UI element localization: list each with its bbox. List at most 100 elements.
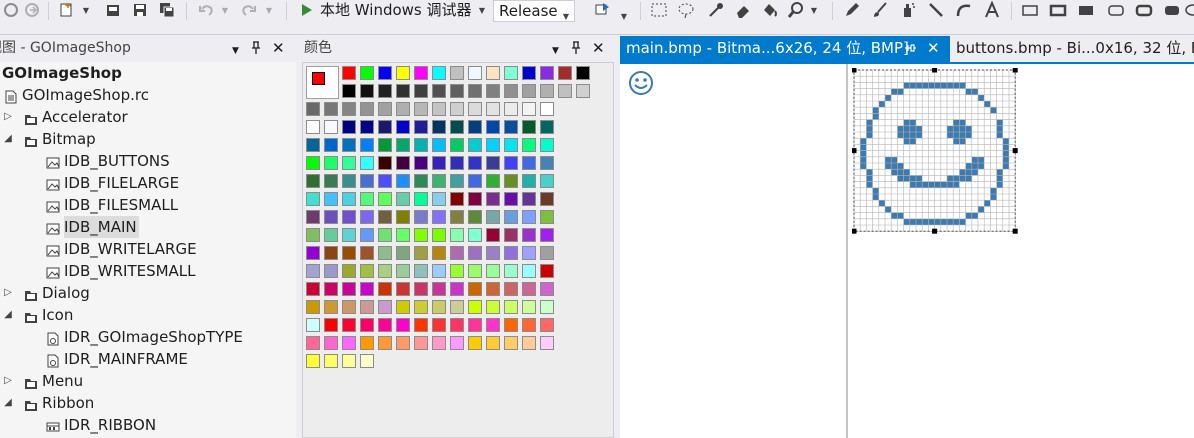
color-swatch[interactable]: [306, 192, 320, 206]
color-swatch[interactable]: [450, 84, 464, 98]
pixel[interactable]: [934, 218, 941, 225]
color-swatch[interactable]: [414, 66, 428, 80]
color-swatch[interactable]: [522, 210, 536, 224]
color-swatch[interactable]: [360, 336, 374, 350]
pin-icon[interactable]: [570, 38, 582, 62]
pixel[interactable]: [885, 206, 892, 213]
color-swatch[interactable]: [342, 102, 356, 116]
toolbar-options-icon[interactable]: ▼: [617, 6, 631, 26]
color-swatch[interactable]: [468, 318, 482, 332]
color-swatch[interactable]: [504, 192, 518, 206]
color-swatch[interactable]: [504, 120, 518, 134]
debugger-target-dropdown-icon[interactable]: ▼: [474, 0, 490, 20]
color-swatch[interactable]: [396, 174, 410, 188]
color-swatch[interactable]: [396, 336, 410, 350]
open-folder-icon[interactable]: [103, 0, 123, 20]
color-swatch[interactable]: [432, 228, 446, 242]
color-swatch[interactable]: [396, 120, 410, 134]
pixel[interactable]: [928, 181, 935, 188]
color-swatch[interactable]: [342, 210, 356, 224]
color-swatch[interactable]: [486, 66, 500, 80]
color-swatch[interactable]: [468, 192, 482, 206]
color-swatch[interactable]: [306, 210, 320, 224]
pixel[interactable]: [891, 212, 898, 219]
color-swatch[interactable]: [342, 228, 356, 242]
pixel[interactable]: [903, 82, 910, 89]
pixel[interactable]: [891, 169, 898, 176]
pixel[interactable]: [860, 144, 867, 151]
pixel[interactable]: [909, 175, 916, 182]
color-swatch[interactable]: [468, 246, 482, 260]
color-swatch[interactable]: [504, 210, 518, 224]
color-swatch[interactable]: [396, 156, 410, 170]
color-swatch[interactable]: [414, 84, 428, 98]
color-swatch[interactable]: [414, 228, 428, 242]
color-swatch[interactable]: [396, 66, 410, 80]
color-swatch[interactable]: [504, 174, 518, 188]
color-swatch[interactable]: [450, 246, 464, 260]
pixel[interactable]: [947, 125, 954, 132]
color-swatch[interactable]: [522, 84, 536, 98]
pixel[interactable]: [959, 132, 966, 139]
pixel[interactable]: [947, 132, 954, 139]
pixel[interactable]: [953, 218, 960, 225]
color-swatch[interactable]: [540, 300, 554, 314]
color-swatch[interactable]: [486, 102, 500, 116]
pixel[interactable]: [928, 218, 935, 225]
color-swatch[interactable]: [468, 120, 482, 134]
pixel[interactable]: [978, 163, 985, 170]
color-swatch[interactable]: [378, 102, 392, 116]
pixel[interactable]: [916, 125, 923, 132]
pixel[interactable]: [860, 150, 867, 157]
pixel[interactable]: [866, 175, 873, 182]
color-swatch[interactable]: [378, 84, 392, 98]
color-swatch[interactable]: [342, 354, 356, 368]
pixel[interactable]: [947, 181, 954, 188]
color-swatch[interactable]: [540, 318, 554, 332]
color-swatch[interactable]: [450, 120, 464, 134]
color-swatch[interactable]: [486, 318, 500, 332]
pixel[interactable]: [916, 82, 923, 89]
pixel[interactable]: [965, 125, 972, 132]
pixel[interactable]: [916, 181, 923, 188]
color-swatch[interactable]: [504, 264, 518, 278]
color-swatch[interactable]: [504, 228, 518, 242]
pixel[interactable]: [872, 194, 879, 201]
color-swatch[interactable]: [450, 192, 464, 206]
pixel[interactable]: [903, 218, 910, 225]
resize-handle[interactable]: [932, 228, 938, 234]
rect-select-icon[interactable]: [648, 0, 670, 20]
magnify-dropdown-icon[interactable]: ▼: [807, 0, 821, 20]
magnify-icon[interactable]: [785, 0, 807, 20]
color-swatch[interactable]: [540, 120, 554, 134]
pixel[interactable]: [953, 125, 960, 132]
color-swatch[interactable]: [486, 120, 500, 134]
pixel[interactable]: [959, 169, 966, 176]
color-swatch[interactable]: [360, 246, 374, 260]
tab-buttons-bmp[interactable]: buttons.bmp - Bi...0x16, 32 位, BMP]: [950, 36, 1194, 62]
pixel[interactable]: [990, 194, 997, 201]
pixel[interactable]: [909, 138, 916, 145]
pixel[interactable]: [903, 138, 910, 145]
color-swatch[interactable]: [360, 66, 374, 80]
color-swatch[interactable]: [306, 246, 320, 260]
color-swatch[interactable]: [504, 138, 518, 152]
color-swatch[interactable]: [522, 336, 536, 350]
tree-item-accelerator[interactable]: ▷ Accelerator: [0, 106, 296, 128]
color-swatch[interactable]: [396, 318, 410, 332]
pixel[interactable]: [996, 181, 1003, 188]
close-tab-icon[interactable]: ✕: [927, 36, 940, 60]
color-swatch[interactable]: [468, 66, 482, 80]
pixel[interactable]: [934, 181, 941, 188]
pixel[interactable]: [860, 138, 867, 145]
color-swatch[interactable]: [432, 66, 446, 80]
color-swatch[interactable]: [522, 102, 536, 116]
color-swatch[interactable]: [522, 66, 536, 80]
color-swatch[interactable]: [324, 228, 338, 242]
color-swatch[interactable]: [396, 138, 410, 152]
color-swatch[interactable]: [324, 246, 338, 260]
tree-item-idb-writelarge[interactable]: IDB_WRITELARGE: [0, 238, 296, 260]
tree-item-ribbon[interactable]: ◢ Ribbon: [0, 392, 296, 414]
tree-item-goimageshop[interactable]: GOImageShop: [0, 62, 296, 84]
pixel[interactable]: [984, 101, 991, 108]
